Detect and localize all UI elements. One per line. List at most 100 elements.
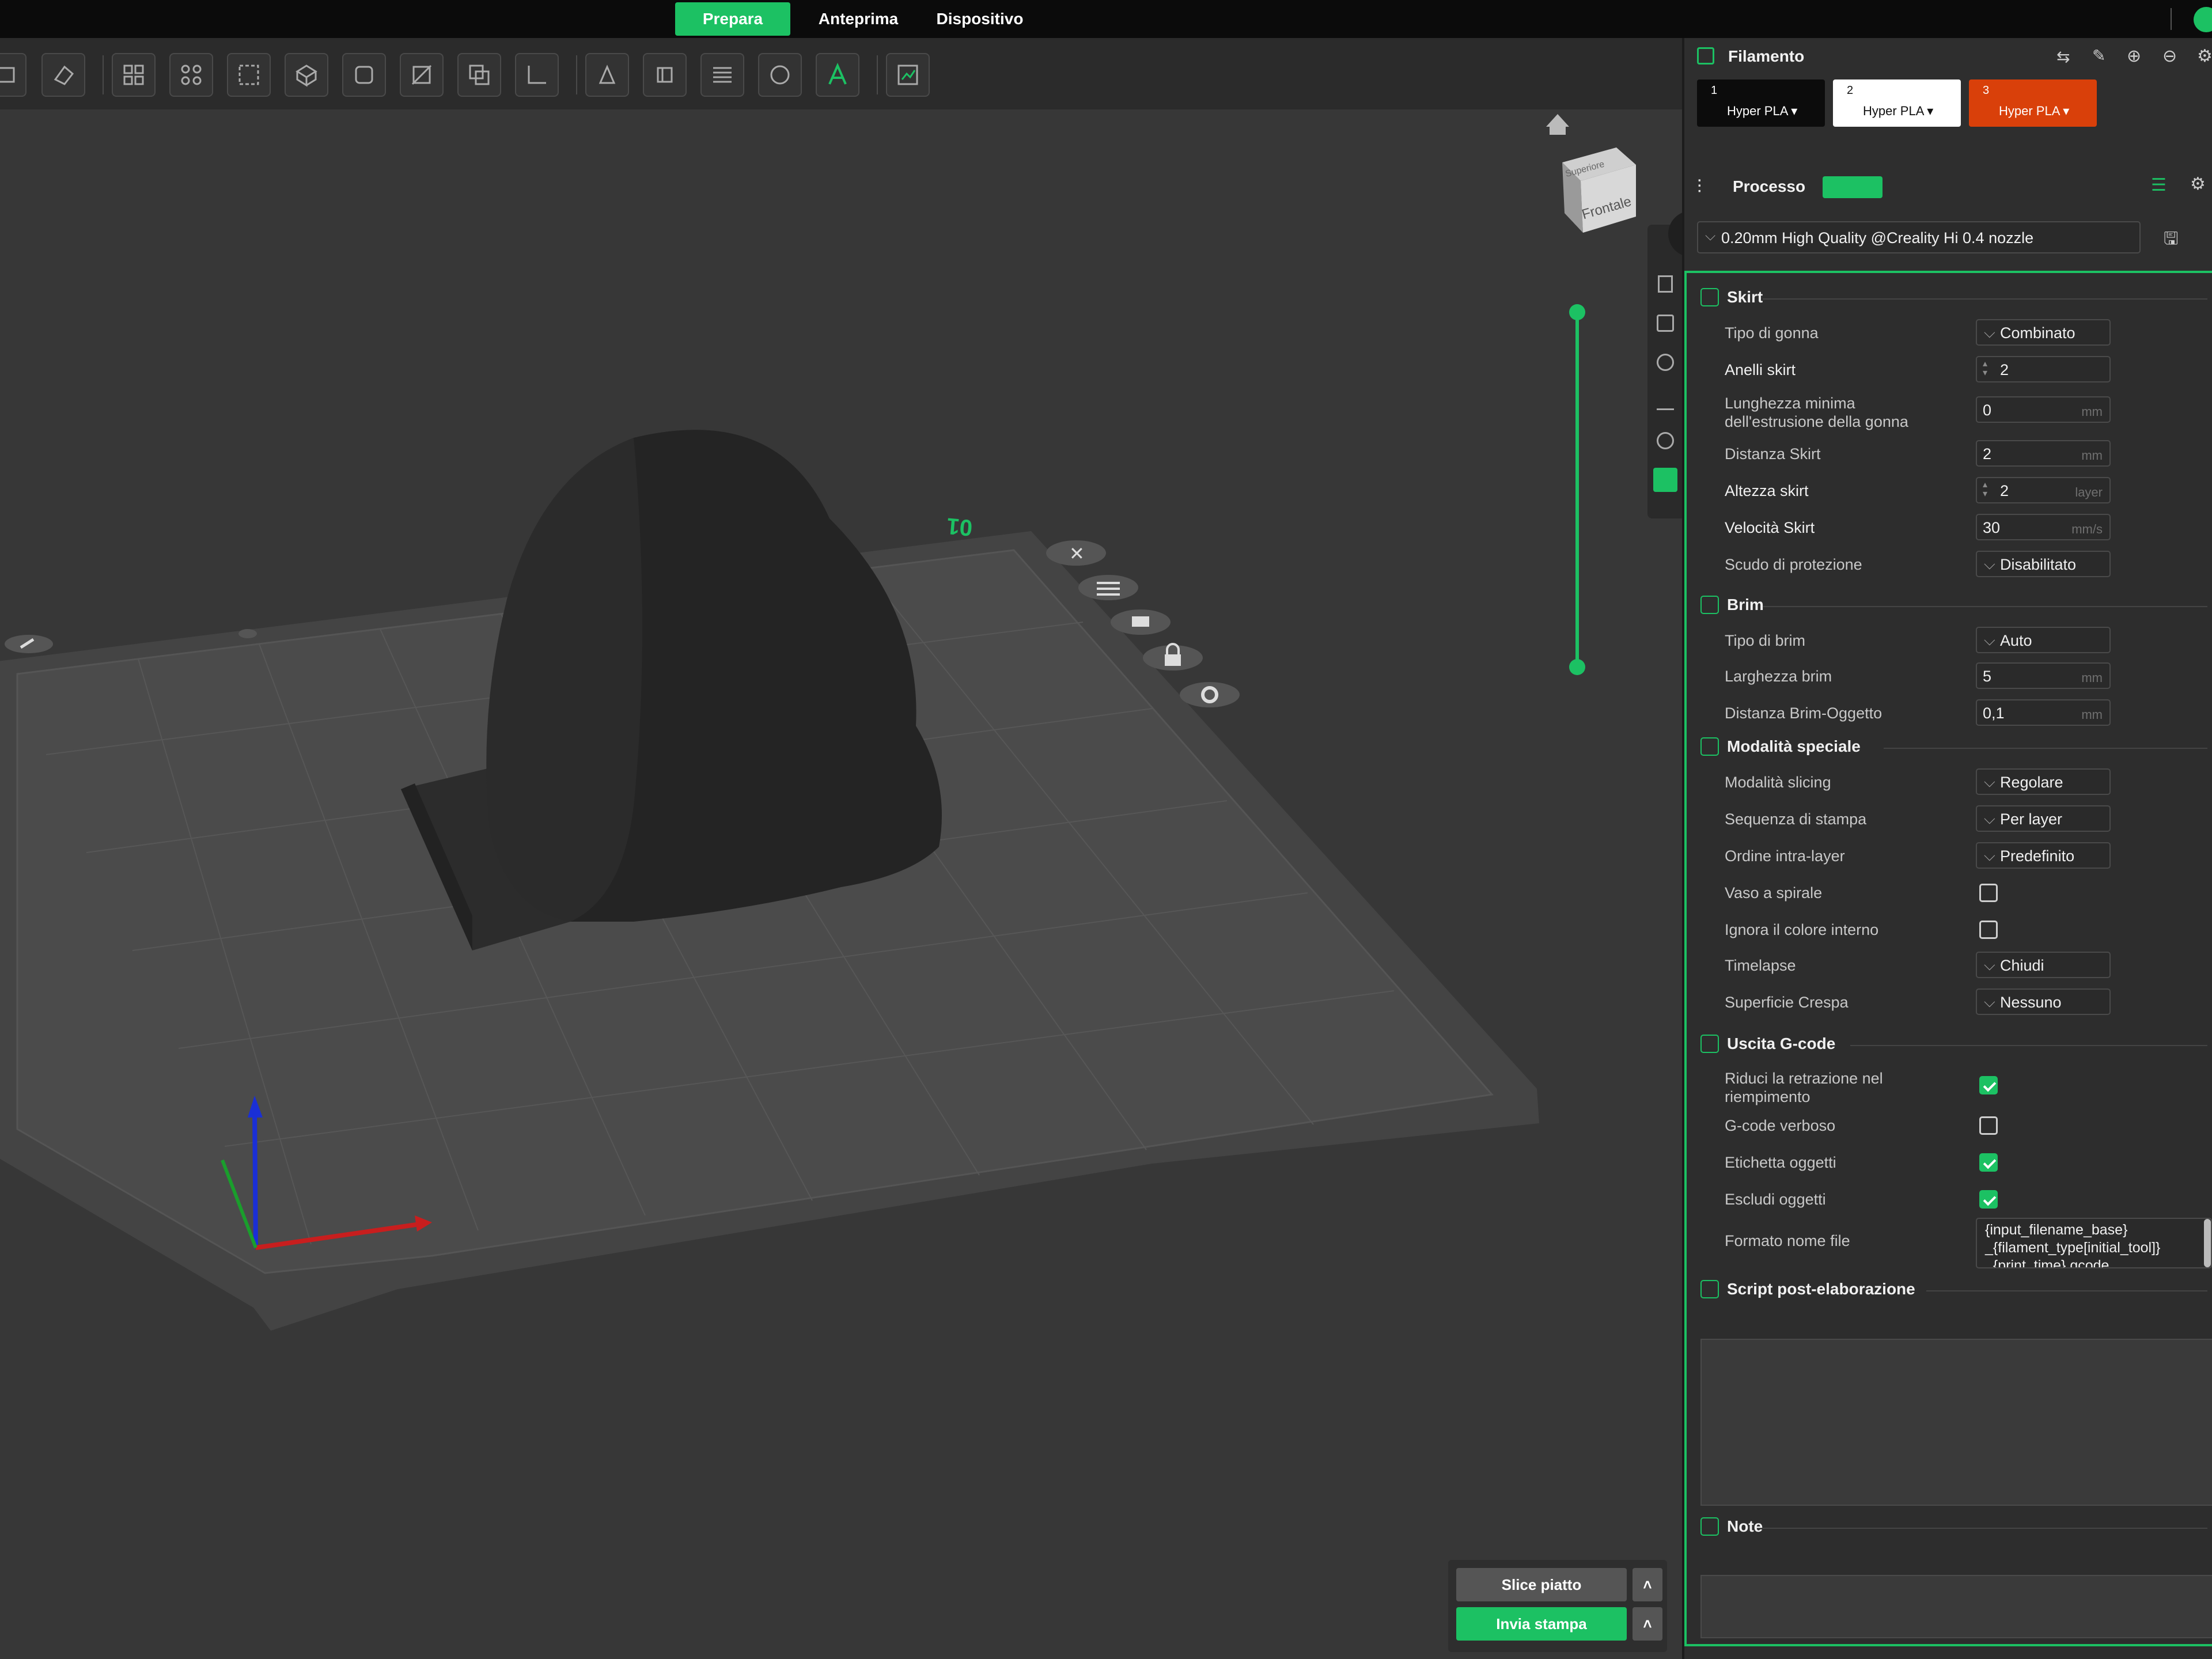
- plate-lock-button[interactable]: [1143, 643, 1203, 671]
- remove-filament-icon[interactable]: ⊖: [2162, 46, 2177, 66]
- setting-checkbox[interactable]: [1979, 1190, 1998, 1209]
- process-compare-icon[interactable]: ☰: [2151, 175, 2166, 195]
- cut-tool-button[interactable]: [400, 53, 444, 97]
- post-processing-script-input[interactable]: [1700, 1339, 2212, 1506]
- setting-checkbox[interactable]: [1979, 1076, 1998, 1094]
- setting-select[interactable]: ⌵ Predefinito: [1976, 842, 2111, 869]
- arrange-grid-button[interactable]: [112, 53, 156, 97]
- process-mode-toggle[interactable]: [1823, 176, 1883, 198]
- setting-value: 0,1: [1983, 704, 2005, 722]
- setting-checkbox[interactable]: [1979, 884, 1998, 902]
- setting-unit: mm: [2081, 448, 2103, 463]
- process-preset-select[interactable]: ⌵ 0.20mm High Quality @Creality Hi 0.4 n…: [1697, 221, 2141, 253]
- slice-controls: Slice piatto ˄ Invia stampa ˄: [1448, 1560, 1667, 1652]
- setting-input[interactable]: 5 mm: [1976, 662, 2111, 689]
- seam-paint-button[interactable]: [643, 53, 687, 97]
- spinner-icon[interactable]: ▴ ▾: [1983, 480, 1987, 499]
- view-cube[interactable]: Superiore Frontale: [1562, 147, 1636, 233]
- tab-prepara[interactable]: Prepara: [675, 2, 790, 36]
- setting-select[interactable]: ⌵ Auto: [1976, 627, 2111, 653]
- assembly-view-button[interactable]: [886, 53, 930, 97]
- account-icon[interactable]: [2194, 7, 2212, 32]
- setting-unit: mm: [2081, 671, 2103, 685]
- filament-slot-3[interactable]: 3 Hyper PLA ▾: [1969, 79, 2097, 127]
- tab-anteprima[interactable]: Anteprima: [806, 2, 910, 36]
- support-icon[interactable]: [1657, 393, 1674, 410]
- slice-plate-button[interactable]: Slice piatto: [1456, 1568, 1627, 1601]
- objects-list-icon[interactable]: [1658, 275, 1673, 293]
- target-icon[interactable]: [1657, 432, 1674, 449]
- slice-options-button[interactable]: ˄: [1633, 1568, 1662, 1601]
- skirt-section-icon: [1700, 288, 1719, 306]
- filament-settings-icon[interactable]: ⚙: [2197, 46, 2212, 66]
- chevron-down-icon: ⌵: [1984, 847, 1995, 864]
- layer-slider-bottom-handle[interactable]: [1569, 659, 1585, 675]
- setting-select[interactable]: ⌵ Disabilitato: [1976, 551, 2111, 577]
- plate-settings-button[interactable]: [1180, 682, 1240, 707]
- 3d-viewport[interactable]: 01 ✕ Superiore Frontale Slice piatto ˄ I…: [0, 38, 1691, 1659]
- post-section-title: Script post-elaborazione: [1727, 1280, 1915, 1298]
- filament-title: Filamento: [1728, 47, 1805, 65]
- setting-label: Riduci la retrazione nel riempimento: [1725, 1070, 1883, 1105]
- boolean-tool-button[interactable]: [457, 53, 501, 97]
- setting-input[interactable]: ▴ ▾ 2: [1976, 356, 2111, 382]
- measure-tool-button[interactable]: [515, 53, 559, 97]
- setting-select[interactable]: ⌵ Chiudi: [1976, 952, 2111, 978]
- color-paint-button[interactable]: [758, 53, 802, 97]
- speed-icon[interactable]: [1657, 354, 1674, 371]
- plate-arrange-button[interactable]: [1078, 575, 1138, 600]
- section-divider: [1763, 1528, 2207, 1529]
- setting-input[interactable]: ▴ ▾ 2 layer: [1976, 477, 2111, 503]
- grid-icon[interactable]: [1657, 315, 1674, 332]
- add-plate-button[interactable]: [0, 53, 26, 97]
- setting-input[interactable]: 0 mm: [1976, 396, 2111, 423]
- section-special: Modalità speciale: [1700, 735, 2207, 760]
- filament-edit-icon[interactable]: ✎: [2092, 46, 2105, 65]
- notes-input[interactable]: [1700, 1575, 2212, 1638]
- spinner-icon[interactable]: ▴ ▾: [1983, 359, 1987, 378]
- chevron-down-icon: ⌵: [1705, 228, 1716, 244]
- setting-checkbox[interactable]: [1979, 921, 1998, 939]
- filename-format-input[interactable]: {input_filename_base} _{filament_type[in…: [1976, 1218, 2212, 1268]
- setting-select[interactable]: ⌵ Regolare: [1976, 768, 2111, 795]
- filament-slot-number: 3: [1983, 84, 1990, 97]
- fan-icon[interactable]: [1653, 468, 1677, 492]
- setting-value: 2: [2000, 361, 2009, 378]
- scale-tool-button[interactable]: [227, 53, 271, 97]
- save-preset-icon[interactable]: 🖫: [2164, 226, 2179, 255]
- filament-slot-1[interactable]: 1 Hyper PLA ▾: [1697, 79, 1825, 127]
- toolbar-divider: [103, 55, 104, 94]
- layers-tool-button[interactable]: [700, 53, 744, 97]
- plate-auto-orient-button[interactable]: [1111, 609, 1171, 635]
- filament-slot-2[interactable]: 2 Hyper PLA ▾: [1833, 79, 1961, 127]
- support-paint-button[interactable]: [585, 53, 629, 97]
- tab-dispositivo[interactable]: Dispositivo: [925, 2, 1035, 36]
- place-face-button[interactable]: [342, 53, 386, 97]
- setting-input[interactable]: 0,1 mm: [1976, 699, 2111, 726]
- setting-select[interactable]: ⌵ Per layer: [1976, 805, 2111, 832]
- setting-checkbox[interactable]: [1979, 1153, 1998, 1172]
- home-view-icon[interactable]: [1546, 114, 1569, 135]
- plate-edit-icon[interactable]: [5, 635, 53, 653]
- setting-value: Combinato: [2000, 324, 2075, 342]
- print-options-button[interactable]: ˄: [1633, 1607, 1662, 1641]
- layer-slider-top-handle[interactable]: [1569, 304, 1585, 320]
- setting-checkbox[interactable]: [1979, 1116, 1998, 1135]
- scrollbar[interactable]: [2204, 1219, 2211, 1267]
- send-print-button[interactable]: Invia stampa: [1456, 1607, 1627, 1641]
- orient-tool-button[interactable]: [285, 53, 328, 97]
- plate-close-button[interactable]: ✕: [1046, 540, 1106, 566]
- setting-input[interactable]: 30 mm/s: [1976, 514, 2111, 540]
- svg-text:✕: ✕: [1069, 543, 1085, 565]
- add-filament-icon[interactable]: ⊕: [2127, 46, 2141, 66]
- eraser-tool-button[interactable]: [41, 53, 85, 97]
- setting-select[interactable]: ⌵ Nessuno: [1976, 988, 2111, 1015]
- filament-sync-icon[interactable]: ⇆: [2056, 47, 2070, 66]
- build-plate-scene[interactable]: 01 ✕ Superiore Frontale: [0, 38, 1682, 1659]
- setting-input[interactable]: 2 mm: [1976, 440, 2111, 467]
- text-tool-button[interactable]: [816, 53, 859, 97]
- setting-label: Velocità Skirt: [1725, 519, 1815, 536]
- auto-arrange-button[interactable]: [169, 53, 213, 97]
- setting-select[interactable]: ⌵ Combinato: [1976, 319, 2111, 346]
- process-settings-icon[interactable]: ⚙: [2190, 174, 2206, 194]
